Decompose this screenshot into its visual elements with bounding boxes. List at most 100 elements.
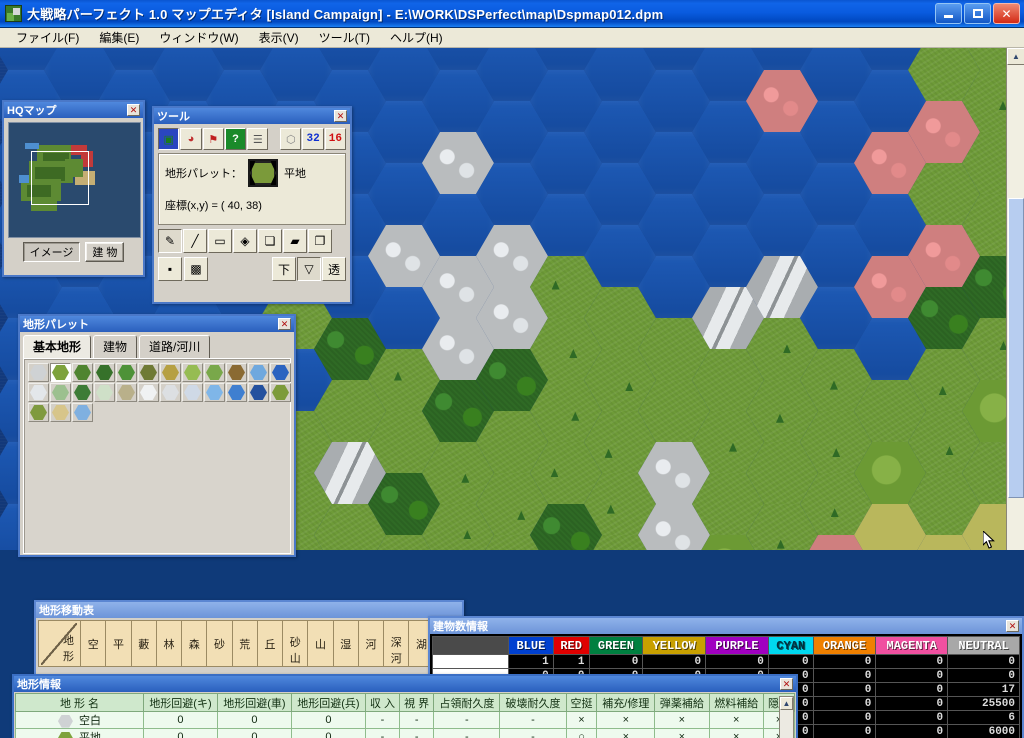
- terrain-swatch-blank[interactable]: [28, 363, 49, 382]
- minimize-button[interactable]: [935, 3, 962, 24]
- rect-tool[interactable]: ▭: [208, 229, 232, 253]
- menu-tool[interactable]: ツール(T): [309, 27, 380, 48]
- map-icon[interactable]: ▣: [158, 128, 180, 150]
- tab-roads-rivers[interactable]: 道路/河川: [139, 335, 211, 358]
- terrain-swatch-dry-grass[interactable]: [160, 363, 181, 382]
- building-count-cell: 0: [812, 724, 877, 738]
- terrain-info-scrollbar[interactable]: ▲: [779, 696, 794, 738]
- terrain-swatch-swamp[interactable]: [270, 383, 291, 402]
- hq-image-button[interactable]: イメージ: [22, 242, 81, 262]
- snow-brush-icon: [52, 385, 69, 400]
- tab-basic-terrain[interactable]: 基本地形: [23, 335, 92, 358]
- terrain-swatch-brush[interactable]: [72, 363, 93, 382]
- building-count-cell: 0: [812, 682, 877, 697]
- map-height-value: 16: [324, 128, 347, 150]
- terrain-info-close-button[interactable]: ✕: [780, 678, 793, 690]
- fill-tool[interactable]: ◈: [233, 229, 257, 253]
- close-button[interactable]: ✕: [993, 3, 1020, 24]
- terrain-swatch-mountain-snow[interactable]: [160, 383, 181, 402]
- terrain-info-cell-destroy_hp: -: [499, 728, 567, 738]
- help-icon[interactable]: ?: [224, 128, 247, 150]
- menu-window[interactable]: ウィンドウ(W): [149, 27, 248, 48]
- terrain-swatch-steppe[interactable]: [204, 363, 225, 382]
- hex-icon[interactable]: ⬡: [280, 128, 302, 150]
- building-count-close-button[interactable]: ✕: [1006, 620, 1019, 632]
- terrain-swatch-shallow-water[interactable]: [248, 363, 269, 382]
- hq-map-close-button[interactable]: ✕: [127, 104, 140, 116]
- scroll-thumb[interactable]: [1008, 198, 1024, 498]
- transparent-button[interactable]: 透: [322, 257, 346, 281]
- menu-file[interactable]: ファイル(F): [6, 27, 89, 48]
- terrain-swatch-wasteland[interactable]: [226, 363, 247, 382]
- building-count-cell: 0: [875, 682, 949, 697]
- terrain-swatch-deep-forest[interactable]: [116, 363, 137, 382]
- menu-edit[interactable]: 編集(E): [89, 27, 149, 48]
- layer-marker-button[interactable]: ▽: [297, 257, 321, 281]
- hq-map-preview[interactable]: [8, 122, 141, 238]
- palette-icon[interactable]: ◕: [180, 128, 202, 150]
- movement-col-9: 山: [307, 620, 334, 667]
- hq-map-titlebar[interactable]: HQマップ ✕: [4, 102, 143, 118]
- terrain-palette-close-button[interactable]: ✕: [278, 318, 291, 330]
- hq-viewport-rect[interactable]: [31, 151, 89, 205]
- menu-view[interactable]: 表示(V): [249, 27, 309, 48]
- terrain-info-cell-avoid_veh: 0: [216, 711, 292, 729]
- terrain-swatch-light-grass[interactable]: [182, 363, 203, 382]
- movement-col-0: 空: [80, 620, 107, 667]
- ice-field-icon: [184, 385, 201, 400]
- terrain-swatch-tundra[interactable]: [116, 383, 137, 402]
- dot-size-button[interactable]: ▪: [158, 257, 182, 281]
- terrain-swatch-river[interactable]: [72, 403, 93, 422]
- terrain-swatch-sand[interactable]: [50, 403, 71, 422]
- building-col-icon: [432, 636, 509, 655]
- movement-col-2: 藪: [130, 620, 157, 667]
- tool-close-button[interactable]: ✕: [334, 110, 347, 122]
- terrain-swatch-dark-brush[interactable]: [138, 363, 159, 382]
- selected-terrain-swatch[interactable]: [248, 159, 278, 187]
- map-vertical-scrollbar[interactable]: ▲: [1006, 48, 1024, 550]
- copy-tool[interactable]: ❏: [258, 229, 282, 253]
- terrain-swatch-snow-brush[interactable]: [50, 383, 71, 402]
- terrain-swatch-snow-plain[interactable]: [28, 383, 49, 402]
- flag-icon[interactable]: ⚑: [202, 128, 224, 150]
- terrain-swatch-ice-field[interactable]: [182, 383, 203, 402]
- layer-down-button[interactable]: 下: [272, 257, 296, 281]
- hq-building-button[interactable]: 建 物: [85, 242, 125, 262]
- building-count-cell: 1: [508, 654, 554, 669]
- terrain-info-cell-avoid_air: 0: [143, 711, 218, 729]
- terrain-swatch-deep-sea[interactable]: [248, 383, 269, 402]
- maximize-button[interactable]: [964, 3, 991, 24]
- table-row[interactable]: 空白000----×××××: [15, 711, 796, 729]
- tool-titlebar[interactable]: ツール ✕: [154, 108, 350, 124]
- layers-tool[interactable]: ❐: [308, 229, 332, 253]
- scroll-up-button[interactable]: ▲: [1007, 48, 1024, 65]
- table-row[interactable]: 平地000----○××××: [15, 728, 796, 738]
- building-count-titlebar[interactable]: 建物数情報 ✕: [430, 618, 1022, 634]
- block-size-button[interactable]: ▩: [184, 257, 208, 281]
- terrain-swatch-snow[interactable]: [138, 383, 159, 402]
- scroll-up-button[interactable]: ▲: [780, 697, 793, 710]
- terrain-swatch-frozen-sea[interactable]: [226, 383, 247, 402]
- terrain-swatch-deep-water[interactable]: [270, 363, 291, 382]
- tab-buildings[interactable]: 建物: [93, 335, 138, 358]
- terrain-swatch-marsh[interactable]: [28, 403, 49, 422]
- terrain-swatch-frost-grass[interactable]: [94, 383, 115, 402]
- building-count-cell: 1: [552, 654, 590, 669]
- pencil-tool[interactable]: ✎: [158, 229, 182, 253]
- building-count-cell: 0: [812, 710, 877, 725]
- terrain-swatch-forest[interactable]: [94, 363, 115, 382]
- terrain-palette-titlebar[interactable]: 地形パレット ✕: [20, 316, 294, 332]
- terrain-info-col-4: 収 入: [364, 693, 401, 712]
- terrain-info-body[interactable]: 地 形 名地形回避(キ) 地形回避(車) 地形回避(兵) 収 入視 界占領耐久度 破壊耐…: [14, 692, 796, 738]
- line-tool[interactable]: ╱: [183, 229, 207, 253]
- list-icon[interactable]: ☰: [247, 128, 269, 150]
- terrain-info-cell-repair: ×: [596, 711, 656, 729]
- terrain-movement-titlebar[interactable]: 地形移動表: [36, 602, 462, 618]
- terrain-swatch-ice-water[interactable]: [204, 383, 225, 402]
- eraser-tool[interactable]: ▰: [283, 229, 307, 253]
- terrain-swatch-plain[interactable]: [50, 363, 71, 382]
- terrain-info-titlebar[interactable]: 地形情報 ✕: [14, 676, 796, 692]
- terrain-swatch-snow-forest[interactable]: [72, 383, 93, 402]
- building-count-cell: 0: [875, 668, 949, 683]
- menu-help[interactable]: ヘルプ(H): [380, 27, 453, 48]
